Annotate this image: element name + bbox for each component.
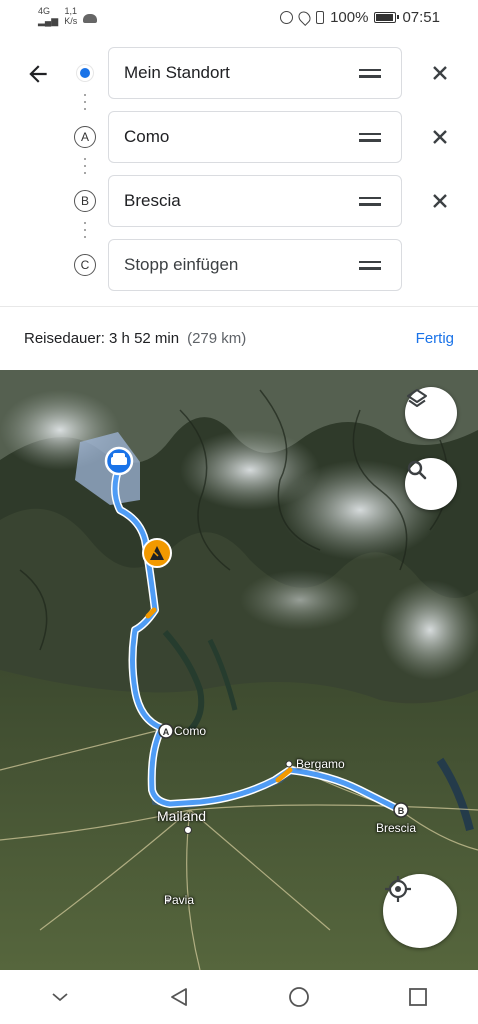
cloud-icon [83,13,98,23]
nav-recents-button[interactable] [398,977,438,1017]
search-button[interactable] [405,458,457,510]
home-circle-icon [288,987,309,1007]
network-speed: 1,1 K/s [64,6,77,26]
pin-b-letter: B [398,806,405,816]
stop-c-marker: C [74,254,96,276]
origin-value: Mein Standort [124,63,230,82]
stop-a-value: Como [124,127,170,146]
battery-percent: 100% [330,9,369,26]
battery-level [376,14,394,21]
add-stop-placeholder: Stopp einfügen [124,255,239,274]
route-row-a: A Como [0,111,478,163]
origin-field[interactable]: Mein Standort [108,47,402,99]
stop-b-field[interactable]: Brescia [108,175,402,227]
recents-square-icon [409,988,428,1006]
layers-icon [407,389,427,407]
trip-distance: (279 km) [187,330,247,347]
map-view[interactable]: A B Como Bergamo Mailand Brescia Pavia [0,370,478,970]
signal-label: 4G [38,6,51,16]
nav-hide-button[interactable] [40,977,80,1017]
add-stop-field[interactable]: Stopp einfügen [108,239,402,291]
my-location-icon [385,876,411,902]
trip-summary: Reisedauer: 3 h 52 min (279 km) [24,330,246,347]
remove-stop-b-button[interactable] [428,189,452,213]
stop-a-marker: A [74,126,96,148]
nav-back-button[interactable] [159,977,199,1017]
stop-b-value: Brescia [124,191,181,210]
location-icon [296,9,314,26]
drag-handle-icon[interactable] [359,132,381,142]
route-row-c: C Stopp einfügen [0,239,478,291]
route-row-b: B Brescia [0,175,478,227]
drag-handle-icon[interactable] [359,260,381,270]
search-icon [407,460,427,480]
map-label-pavia: Pavia [164,893,195,907]
status-bar: 4G ▂▄▆ 1,1 K/s 100% 07:51 [0,0,478,36]
back-triangle-icon [171,988,188,1006]
drag-handle-icon[interactable] [359,68,381,78]
signal-indicator: 4G ▂▄▆ [38,6,59,26]
map-label-como: Como [174,724,207,738]
route-row-origin: Mein Standort [0,47,478,99]
system-navigation-bar [0,970,478,1024]
layers-button[interactable] [405,387,457,439]
speed-value: 1,1 [64,6,77,16]
close-icon [433,130,447,144]
pin-a-letter: A [163,727,170,737]
speed-unit: K/s [64,16,78,26]
stop-a-field[interactable]: Como [108,111,402,163]
chevron-down-icon [52,993,68,1002]
current-location-dot-icon [74,62,96,84]
trip-duration: Reisedauer: 3 h 52 min [24,330,180,347]
divider [0,306,478,307]
close-icon [433,194,447,208]
clock: 07:51 [402,9,440,26]
remove-stop-a-button[interactable] [428,125,452,149]
done-button[interactable]: Fertig [416,330,454,347]
vibrate-icon [316,11,325,24]
alarm-icon [280,11,294,24]
battery-icon [374,12,400,23]
drag-handle-icon[interactable] [359,196,381,206]
remove-origin-button[interactable] [428,61,452,85]
map-label-bergamo: Bergamo [296,757,345,771]
map-label-brescia: Brescia [376,821,417,835]
my-location-button[interactable] [383,874,457,948]
map-label-mailand: Mailand [157,808,207,824]
nav-home-button[interactable] [279,977,319,1017]
close-icon [433,66,447,80]
stop-b-marker: B [74,190,96,212]
